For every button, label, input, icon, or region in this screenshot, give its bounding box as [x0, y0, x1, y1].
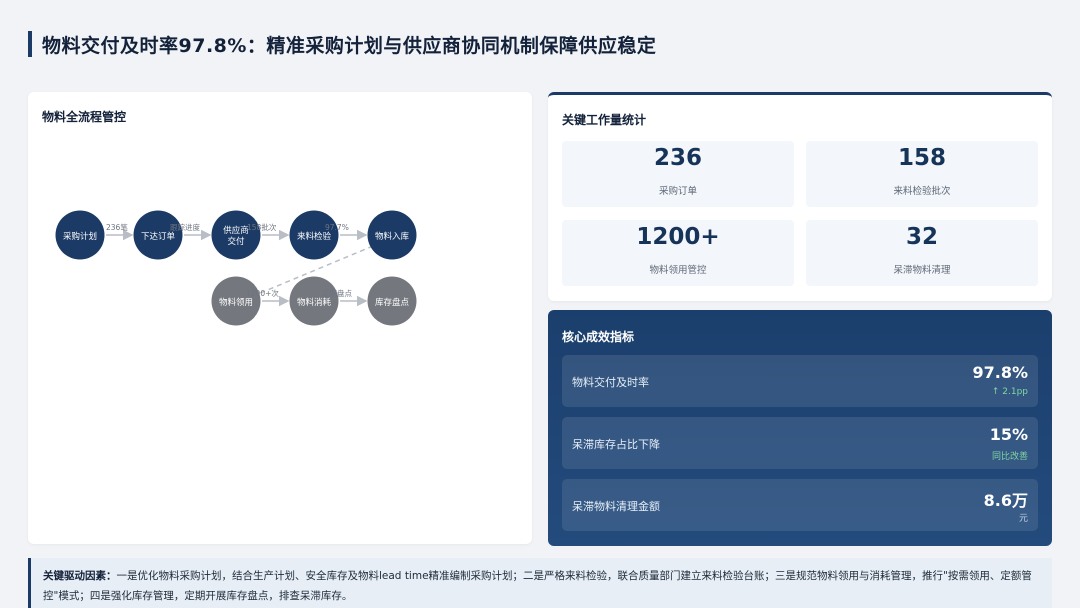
- stat-value: 32: [905, 224, 938, 250]
- flow-node-label: 下达订单: [141, 231, 176, 242]
- page-header: 物料交付及时率97.8%：精准采购计划与供应商协同机制保障供应稳定: [28, 30, 656, 58]
- kpi-label: 物料交付及时率: [572, 376, 649, 389]
- flow-node-label: 物料消耗: [297, 297, 332, 308]
- flow-node-label: 采购计划: [63, 231, 97, 242]
- kpi-card: 核心成效指标 物料交付及时率 97.8% ↑ 2.1pp 呆滞库存占比下降 15…: [548, 310, 1052, 546]
- flow-node-label: 交付: [227, 236, 245, 247]
- flow-diagram: 采购计划 下达订单 供应商 交付 来料检验 物料入库 物料领用 物料消耗 库存盘…: [55, 210, 417, 326]
- title-accent-bar: [28, 31, 32, 57]
- stats-card: 关键工作量统计 236 采购订单 158 来料检验批次 1200+ 物料领用管控…: [548, 92, 1052, 301]
- edge-label: 定期盘点: [322, 288, 352, 298]
- kpi-label: 呆滞库存占比下降: [572, 438, 660, 451]
- edge-label: 跟踪进度: [170, 222, 200, 232]
- flow-card: 物料全流程管控 采购计划 下达订单 供应商 交付 来料检验 物料入库 物料领用 …: [28, 92, 532, 544]
- stat-inspection-batches: 158 来料检验批次: [806, 141, 1038, 207]
- kpi-value: 8.6万: [983, 491, 1028, 510]
- footer-heading: 关键驱动因素：: [43, 570, 117, 582]
- kpi-sub: 元: [1018, 514, 1028, 524]
- edge-label: 1200+次: [246, 288, 279, 298]
- stat-label: 来料检验批次: [893, 186, 951, 197]
- kpi-sub: ↑ 2.1pp: [991, 387, 1028, 397]
- flow-node-label: 库存盘点: [375, 297, 410, 308]
- key-drivers-footer: 关键驱动因素：一是优化物料采购计划，结合生产计划、安全库存及物料lead tim…: [28, 558, 1052, 608]
- kpi-card-title: 核心成效指标: [562, 330, 635, 344]
- kpi-row-idle-inventory: 呆滞库存占比下降 15% 同比改善: [562, 417, 1038, 469]
- stat-value: 1200+: [636, 224, 720, 250]
- page-title: 物料交付及时率97.8%：精准采购计划与供应商协同机制保障供应稳定: [42, 34, 657, 57]
- edge-label: 97.7%: [325, 223, 349, 232]
- stat-label: 采购订单: [658, 186, 697, 197]
- flow-node-label: 供应商: [223, 225, 249, 236]
- flow-node-label: 来料检验: [297, 231, 332, 242]
- edge-label: 158批次: [247, 222, 277, 232]
- flow-node-label: 物料入库: [375, 231, 410, 242]
- stat-material-use-control: 1200+ 物料领用管控: [562, 220, 794, 286]
- kpi-row-delivery-rate: 物料交付及时率 97.8% ↑ 2.1pp: [562, 355, 1038, 407]
- kpi-sub: 同比改善: [991, 452, 1028, 462]
- footer-text: 一是优化物料采购计划，结合生产计划、安全库存及物料lead time精准编制采购…: [43, 570, 1032, 602]
- stat-value: 158: [897, 145, 946, 171]
- edge-label: 236笔: [106, 222, 128, 232]
- stat-idle-material-cleanup: 32 呆滞物料清理: [806, 220, 1038, 286]
- kpi-value: 97.8%: [972, 363, 1028, 382]
- stat-purchase-orders: 236 采购订单: [562, 141, 794, 207]
- stats-card-title: 关键工作量统计: [562, 113, 647, 127]
- stat-value: 236: [653, 145, 702, 171]
- stat-label: 物料领用管控: [649, 265, 707, 276]
- kpi-label: 呆滞物料清理金额: [572, 500, 660, 513]
- flow-node-label: 物料领用: [219, 297, 253, 308]
- kpi-value: 15%: [989, 425, 1028, 444]
- kpi-row-cleanup-amount: 呆滞物料清理金额 8.6万 元: [562, 479, 1038, 531]
- stat-label: 呆滞物料清理: [893, 265, 951, 276]
